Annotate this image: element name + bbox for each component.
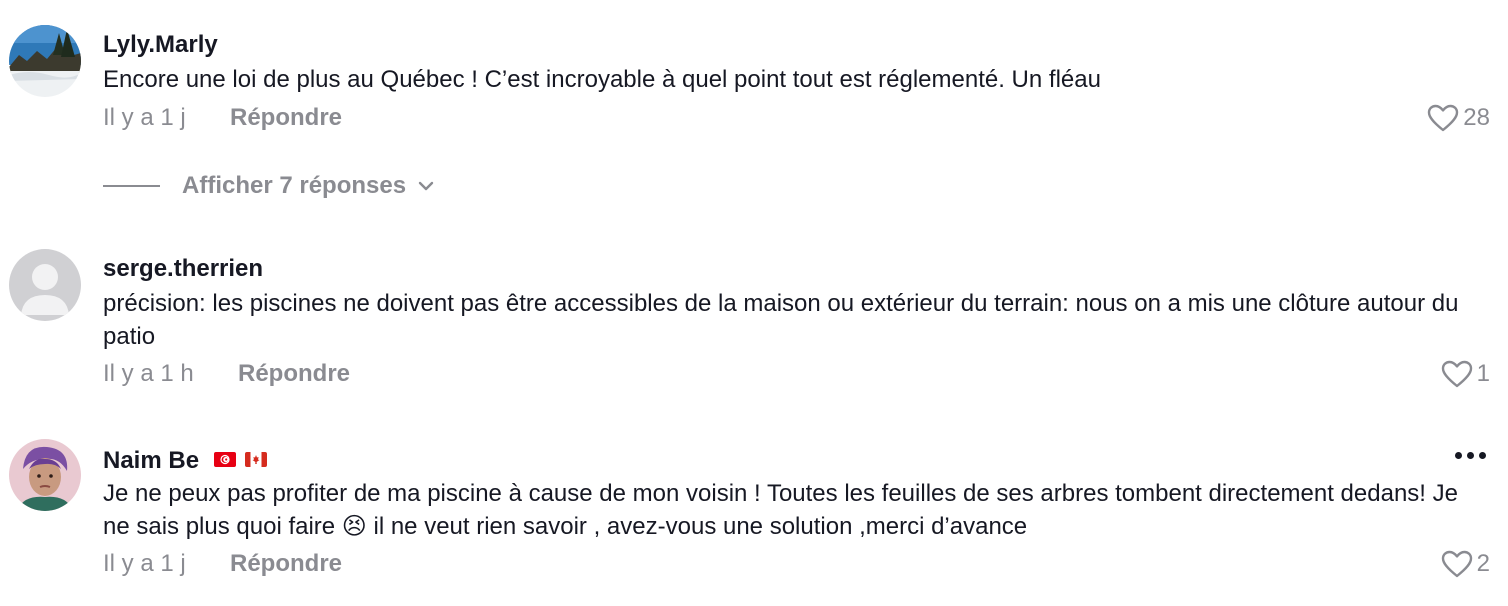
chevron-down-icon [406, 181, 434, 191]
comment-timestamp: Il y a 1 j [103, 550, 186, 577]
comment-timestamp: Il y a 1 h [103, 360, 194, 387]
username-text: Naim Be [103, 447, 200, 474]
avatar[interactable] [9, 249, 81, 321]
like-count: 2 [1476, 550, 1490, 577]
like-count: 1 [1476, 360, 1490, 387]
comment-text: précision: les piscines ne doivent pas ê… [103, 290, 1459, 350]
divider-line [103, 185, 160, 187]
canada-flag-icon [245, 452, 268, 468]
reply-button[interactable]: Répondre [230, 550, 342, 578]
like-button[interactable]: 2 [1441, 550, 1490, 578]
more-options-button[interactable] [1455, 452, 1486, 459]
comment-timestamp: Il y a 1 j [103, 104, 186, 131]
comment-username[interactable]: serge.therrien [103, 255, 263, 283]
view-replies-label: Afficher 7 réponses [182, 172, 407, 199]
comment-text: Je ne peux pas profiter de ma piscine à … [103, 480, 1458, 540]
reply-button[interactable]: Répondre [230, 104, 342, 132]
more-options-icon [1455, 452, 1486, 459]
comment-username[interactable]: Lyly.Marly [103, 31, 218, 59]
view-replies-button[interactable]: Afficher 7 réponses [103, 172, 434, 200]
avatar[interactable] [9, 25, 81, 97]
heart-outline-icon [1441, 360, 1477, 388]
reply-button[interactable]: Répondre [238, 360, 350, 388]
like-count: 28 [1463, 104, 1490, 131]
tunisia-flag-icon [213, 452, 236, 468]
comment-text: Encore une loi de plus au Québec ! C’est… [103, 66, 1101, 93]
like-button[interactable]: 28 [1427, 104, 1490, 132]
flag-emojis [213, 445, 271, 473]
comment-username[interactable]: Naim Be [103, 445, 270, 475]
avatar[interactable] [9, 439, 81, 511]
heart-outline-icon [1427, 104, 1463, 132]
like-button[interactable]: 1 [1441, 360, 1490, 388]
heart-outline-icon [1441, 550, 1477, 578]
